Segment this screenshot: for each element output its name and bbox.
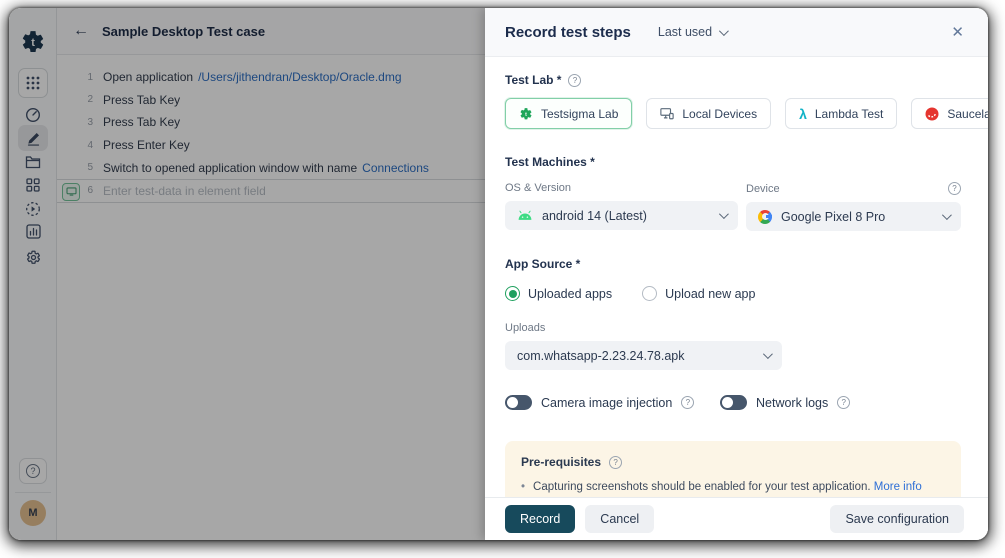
test-lab-options: t Testsigma Lab Local Devices λ Lambda T… <box>505 98 961 129</box>
radio-label: Uploaded apps <box>528 287 612 301</box>
panel-header: Record test steps Last used ✕ <box>485 8 988 57</box>
lab-option-saucelabs[interactable]: Saucelabs <box>911 98 988 129</box>
chevron-down-icon <box>719 26 729 36</box>
bullet-icon: • <box>521 479 525 495</box>
lab-option-local-devices[interactable]: Local Devices <box>646 98 771 129</box>
testsigma-green-gear-icon: t <box>519 107 533 121</box>
last-used-dropdown[interactable]: Last used <box>658 25 726 39</box>
record-test-steps-panel: Record test steps Last used ✕ Test Lab *… <box>485 8 988 540</box>
machine-columns: OS & Version android 14 (Latest) Device … <box>505 182 961 231</box>
devices-icon <box>660 107 674 120</box>
network-logs-toggle[interactable] <box>720 395 747 410</box>
os-version-value: android 14 (Latest) <box>542 209 647 223</box>
toggles-row: Camera image injection ? Network logs ? <box>505 395 961 410</box>
test-machines-section-label: Test Machines * <box>505 155 961 169</box>
help-icon[interactable]: ? <box>837 396 850 409</box>
test-lab-label: Test Lab * <box>505 73 561 87</box>
test-lab-section-label: Test Lab * ? <box>505 73 961 87</box>
prerequisites-title: Pre-requisites <box>521 455 601 469</box>
chevron-down-icon <box>942 210 952 220</box>
prerequisites-box: Pre-requisites ? • Capturing screenshots… <box>505 441 961 497</box>
test-machines-label: Test Machines * <box>505 155 595 169</box>
radio-on-icon <box>505 286 520 301</box>
help-icon[interactable]: ? <box>609 456 622 469</box>
uploads-label: Uploads <box>505 322 961 334</box>
lab-option-lambda-test[interactable]: λ Lambda Test <box>785 98 897 129</box>
network-logs-toggle-item: Network logs ? <box>720 395 850 410</box>
lab-option-label: Local Devices <box>682 107 757 121</box>
os-version-label: OS & Version <box>505 182 738 194</box>
last-used-label: Last used <box>658 25 712 39</box>
svg-text:t: t <box>525 111 527 117</box>
saucelabs-icon <box>925 107 939 121</box>
device-label: Device <box>746 183 780 195</box>
toggle-label: Network logs <box>756 396 828 410</box>
device-value: Google Pixel 8 Pro <box>781 210 885 224</box>
help-icon[interactable]: ? <box>948 182 961 195</box>
lab-option-testsigma[interactable]: t Testsigma Lab <box>505 98 632 129</box>
panel-title: Record test steps <box>505 24 631 41</box>
chevron-down-icon <box>719 209 729 219</box>
prerequisites-list: • Capturing screenshots should be enable… <box>521 479 945 497</box>
close-icon[interactable]: ✕ <box>947 19 968 45</box>
device-label-row: Device ? <box>746 182 961 195</box>
chevron-down-icon <box>763 349 773 359</box>
radio-upload-new-app[interactable]: Upload new app <box>642 286 755 301</box>
toggle-label: Camera image injection <box>541 396 672 410</box>
os-version-select[interactable]: android 14 (Latest) <box>505 201 738 230</box>
help-icon[interactable]: ? <box>681 396 694 409</box>
record-button[interactable]: Record <box>505 505 575 533</box>
uploads-value: com.whatsapp-2.23.24.78.apk <box>517 349 684 363</box>
lambdatest-icon: λ <box>799 107 807 121</box>
camera-injection-toggle[interactable] <box>505 395 532 410</box>
uploads-select[interactable]: com.whatsapp-2.23.24.78.apk <box>505 341 782 370</box>
help-icon[interactable]: ? <box>568 74 581 87</box>
prerequisite-item: • Capturing screenshots should be enable… <box>521 479 945 495</box>
panel-footer: Record Cancel Save configuration <box>485 497 988 540</box>
app-source-label: App Source * <box>505 257 580 271</box>
lab-option-label: Testsigma Lab <box>541 107 618 121</box>
app-source-radios: Uploaded apps Upload new app <box>505 286 961 301</box>
lab-option-label: Saucelabs <box>947 107 988 121</box>
google-icon <box>758 210 772 224</box>
app-window: t ? M ← Sample De <box>9 8 988 540</box>
camera-image-injection-toggle-item: Camera image injection ? <box>505 395 720 410</box>
android-icon <box>517 210 533 221</box>
prerequisites-title-row: Pre-requisites ? <box>521 455 945 469</box>
prerequisite-text: Capturing screenshots should be enabled … <box>533 481 871 493</box>
panel-body: Test Lab * ? t Testsigma Lab Local Devic… <box>485 57 988 497</box>
radio-label: Upload new app <box>665 287 755 301</box>
lab-option-label: Lambda Test <box>815 107 884 121</box>
save-configuration-button[interactable]: Save configuration <box>830 505 964 533</box>
more-info-link[interactable]: More info <box>874 481 922 493</box>
radio-uploaded-apps[interactable]: Uploaded apps <box>505 286 612 301</box>
cancel-button[interactable]: Cancel <box>585 505 654 533</box>
app-source-section-label: App Source * <box>505 257 961 271</box>
radio-off-icon <box>642 286 657 301</box>
device-select[interactable]: Google Pixel 8 Pro <box>746 202 961 231</box>
